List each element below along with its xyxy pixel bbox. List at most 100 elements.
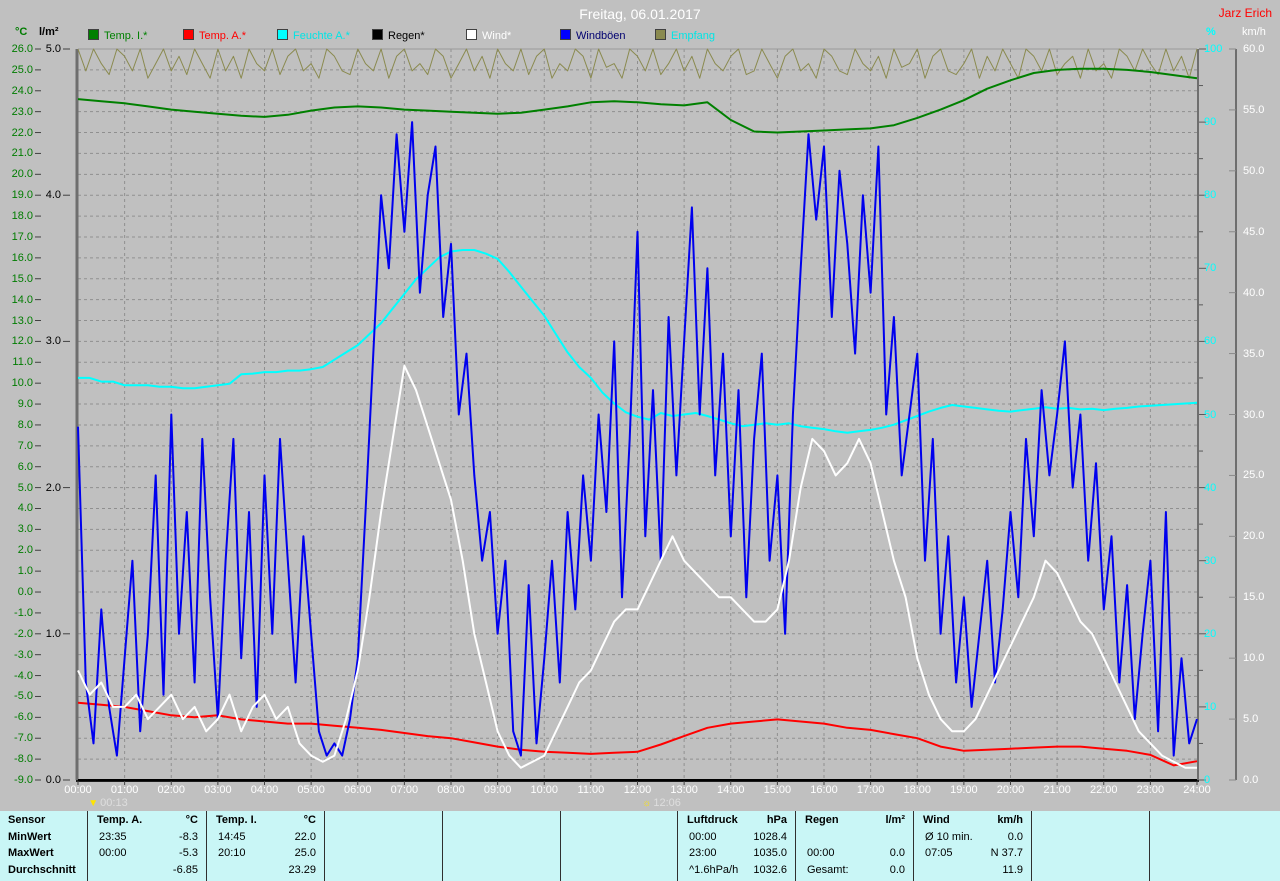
tick-time: 15:00	[757, 784, 797, 796]
tick-time: 04:00	[245, 784, 285, 796]
tick-celsius: 11.0	[2, 356, 33, 368]
tick-celsius: 3.0	[2, 523, 33, 535]
tick-celsius: -1.0	[2, 607, 33, 619]
tick-time: 16:00	[804, 784, 844, 796]
table-col-unit: °C	[206, 813, 316, 828]
table-cell-value: 0.0	[913, 830, 1023, 845]
tick-kmh: 15.0	[1243, 591, 1277, 603]
tick-celsius: 2.0	[2, 544, 33, 556]
stats-table: SensorMinWertMaxWertDurchschnittTemp. A.…	[0, 811, 1280, 881]
tick-celsius: 8.0	[2, 419, 33, 431]
tick-kmh: 55.0	[1243, 104, 1277, 116]
table-cell-value: 1032.6	[677, 863, 787, 878]
tick-kmh: 20.0	[1243, 530, 1277, 542]
tick-percent: 80	[1204, 189, 1232, 201]
tick-celsius: -7.0	[2, 732, 33, 744]
tick-celsius: 7.0	[2, 440, 33, 452]
weather-app-window: { "window": { "title": "Freitag, 06.01.2…	[0, 0, 1280, 881]
tick-celsius: 20.0	[2, 168, 33, 180]
tick-celsius: 22.0	[2, 127, 33, 139]
tick-celsius: -9.0	[2, 774, 33, 786]
tick-celsius: 17.0	[2, 231, 33, 243]
table-separator	[324, 811, 325, 881]
tick-percent: 40	[1204, 482, 1232, 494]
weather-chart-plot[interactable]	[0, 0, 1280, 812]
tick-kmh: 40.0	[1243, 287, 1277, 299]
tick-kmh: 45.0	[1243, 226, 1277, 238]
table-cell-value: 22.0	[206, 830, 316, 845]
tick-celsius: -2.0	[2, 628, 33, 640]
table-separator	[1149, 811, 1150, 881]
tick-celsius: 26.0	[2, 43, 33, 55]
tick-kmh: 25.0	[1243, 469, 1277, 481]
table-col-unit: l/m²	[795, 813, 905, 828]
table-cell-value: 23.29	[206, 863, 316, 878]
tick-time: 11:00	[571, 784, 611, 796]
time-marker-label: 00:13	[100, 797, 128, 809]
table-row-label: MinWert	[8, 830, 51, 845]
tick-percent: 20	[1204, 628, 1232, 640]
tick-celsius: 16.0	[2, 252, 33, 264]
tick-kmh: 35.0	[1243, 348, 1277, 360]
tick-celsius: 9.0	[2, 398, 33, 410]
tick-kmh: 10.0	[1243, 652, 1277, 664]
tick-time: 17:00	[851, 784, 891, 796]
tick-time: 01:00	[105, 784, 145, 796]
tick-percent: 60	[1204, 335, 1232, 347]
tick-time: 13:00	[664, 784, 704, 796]
tick-celsius: 21.0	[2, 147, 33, 159]
tick-time: 24:00	[1177, 784, 1217, 796]
tick-celsius: 14.0	[2, 294, 33, 306]
tick-lm2: 5.0	[34, 43, 61, 55]
tick-percent: 50	[1204, 409, 1232, 421]
tick-kmh: 30.0	[1243, 409, 1277, 421]
tick-lm2: 0.0	[34, 774, 61, 786]
tick-percent: 90	[1204, 116, 1232, 128]
tick-percent: 100	[1204, 43, 1232, 55]
tick-time: 14:00	[711, 784, 751, 796]
tick-time: 22:00	[1084, 784, 1124, 796]
tick-lm2: 4.0	[34, 189, 61, 201]
tick-time: 10:00	[524, 784, 564, 796]
tick-time: 09:00	[478, 784, 518, 796]
tick-kmh: 5.0	[1243, 713, 1277, 725]
tick-celsius: 12.0	[2, 335, 33, 347]
tick-celsius: 15.0	[2, 273, 33, 285]
tick-celsius: -4.0	[2, 670, 33, 682]
tick-percent: 10	[1204, 701, 1232, 713]
tick-celsius: -6.0	[2, 711, 33, 723]
tick-celsius: -5.0	[2, 690, 33, 702]
time-marker: ☼12:06	[642, 797, 681, 809]
table-separator	[442, 811, 443, 881]
tick-celsius: 18.0	[2, 210, 33, 222]
table-cell-value: 1028.4	[677, 830, 787, 845]
tick-time: 06:00	[338, 784, 378, 796]
tick-time: 12:00	[618, 784, 658, 796]
table-cell-value: 1035.0	[677, 846, 787, 861]
tick-time: 18:00	[897, 784, 937, 796]
tick-time: 23:00	[1130, 784, 1170, 796]
table-row-label: Durchschnitt	[8, 863, 76, 878]
tick-celsius: 0.0	[2, 586, 33, 598]
tick-celsius: 25.0	[2, 64, 33, 76]
arrow-down-icon: ▼	[88, 798, 98, 809]
tick-celsius: 10.0	[2, 377, 33, 389]
tick-kmh: 0.0	[1243, 774, 1277, 786]
table-row-label: MaxWert	[8, 846, 54, 861]
table-col-unit: km/h	[913, 813, 1023, 828]
tick-celsius: 4.0	[2, 502, 33, 514]
tick-kmh: 60.0	[1243, 43, 1277, 55]
tick-time: 02:00	[151, 784, 191, 796]
tick-celsius: -8.0	[2, 753, 33, 765]
table-col-unit: °C	[87, 813, 198, 828]
table-cell-value: -6.85	[87, 863, 198, 878]
tick-celsius: 19.0	[2, 189, 33, 201]
tick-celsius: 24.0	[2, 85, 33, 97]
tick-lm2: 3.0	[34, 335, 61, 347]
tick-celsius: -3.0	[2, 649, 33, 661]
tick-time: 19:00	[944, 784, 984, 796]
tick-time: 00:00	[58, 784, 98, 796]
tick-lm2: 1.0	[34, 628, 61, 640]
tick-celsius: 6.0	[2, 461, 33, 473]
table-row-label: Sensor	[8, 813, 45, 828]
